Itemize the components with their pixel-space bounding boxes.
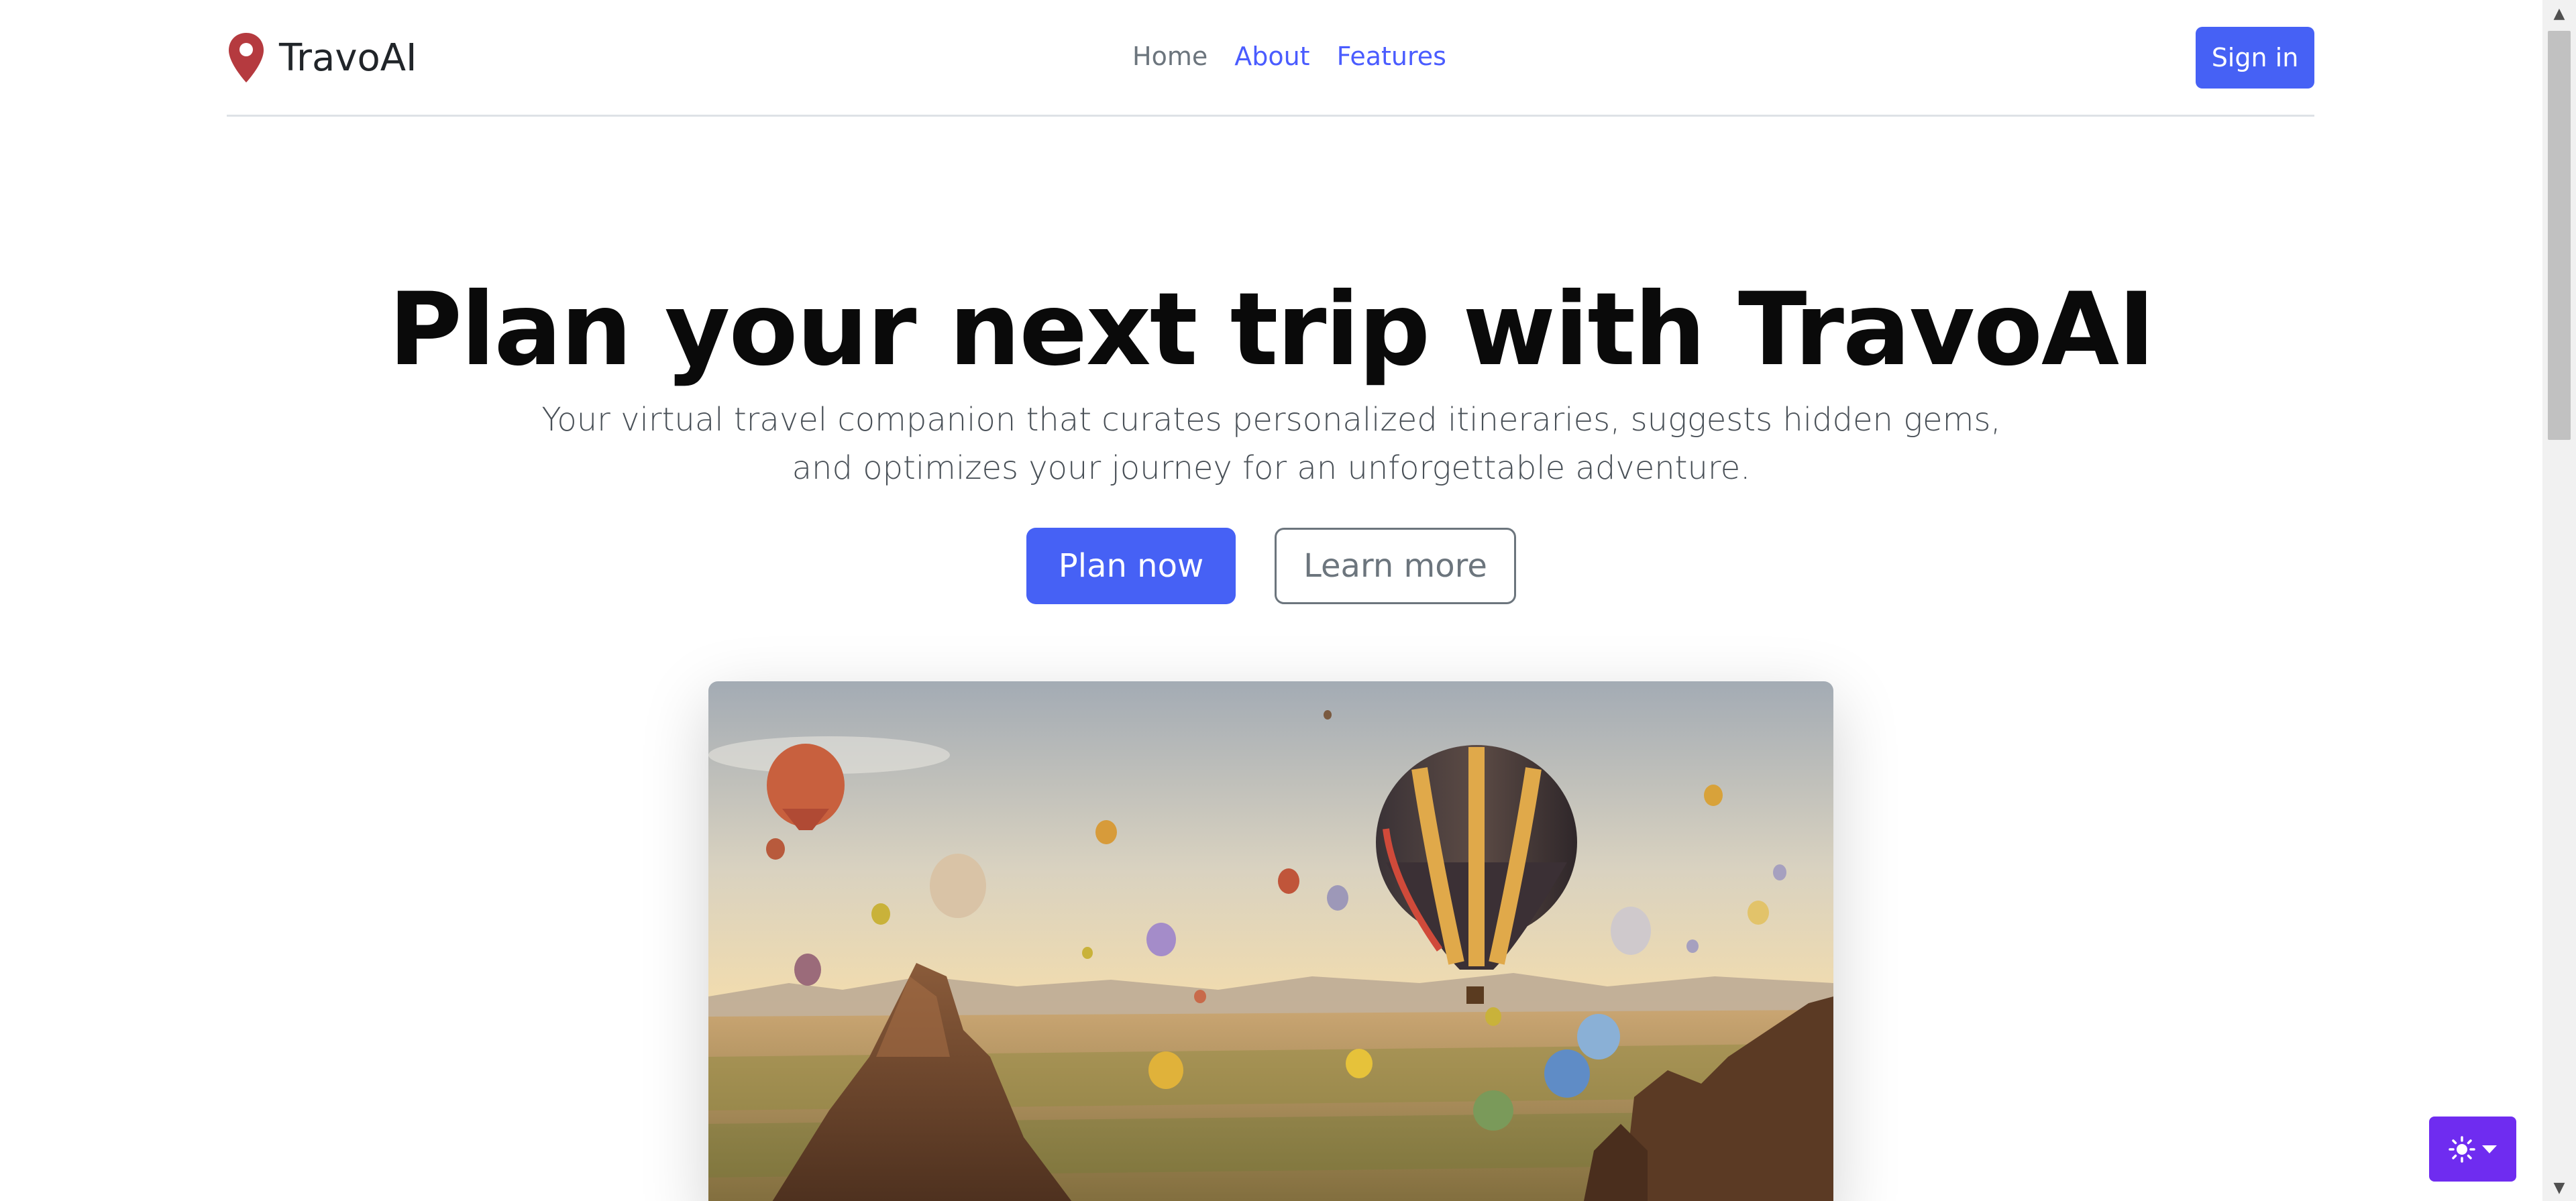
site-header: TravoAI Home About Features Sign in xyxy=(227,0,2314,117)
hero-lead-line-1: Your virtual travel companion that curat… xyxy=(541,401,2001,439)
balloon-landscape-illustration xyxy=(708,681,1833,1201)
scroll-thumb[interactable] xyxy=(2548,31,2571,440)
nav-about[interactable]: About xyxy=(1221,39,1323,74)
hero-actions: Plan now Learn more xyxy=(1026,528,1516,604)
hero-title: Plan your next trip with TravoAI xyxy=(388,272,2155,388)
brand-link[interactable]: TravoAI xyxy=(227,31,417,84)
caret-down-icon xyxy=(2482,1145,2497,1153)
hero-lead: Your virtual travel companion that curat… xyxy=(0,396,2542,492)
page-scrollbar[interactable]: ▲ ▼ xyxy=(2542,0,2576,1201)
sign-in-button[interactable]: Sign in xyxy=(2196,27,2314,89)
theme-toggle-button[interactable] xyxy=(2429,1117,2516,1182)
plan-now-button[interactable]: Plan now xyxy=(1026,528,1236,604)
page: TravoAI Home About Features Sign in Plan… xyxy=(0,0,2576,1201)
brand-name: TravoAI xyxy=(279,36,417,80)
sun-icon xyxy=(2449,1135,2475,1163)
learn-more-button[interactable]: Learn more xyxy=(1275,528,1516,604)
map-pin-icon xyxy=(229,33,264,82)
hero-image xyxy=(708,681,1833,1201)
hero-lead-line-2: and optimizes your journey for an unforg… xyxy=(792,449,1751,487)
nav-home[interactable]: Home xyxy=(1119,39,1221,74)
scroll-down-arrow-icon[interactable]: ▼ xyxy=(2542,1174,2576,1201)
scroll-up-arrow-icon[interactable]: ▲ xyxy=(2542,0,2576,27)
nav-features[interactable]: Features xyxy=(1324,39,1460,74)
main-nav: Home About Features xyxy=(1119,39,1460,74)
